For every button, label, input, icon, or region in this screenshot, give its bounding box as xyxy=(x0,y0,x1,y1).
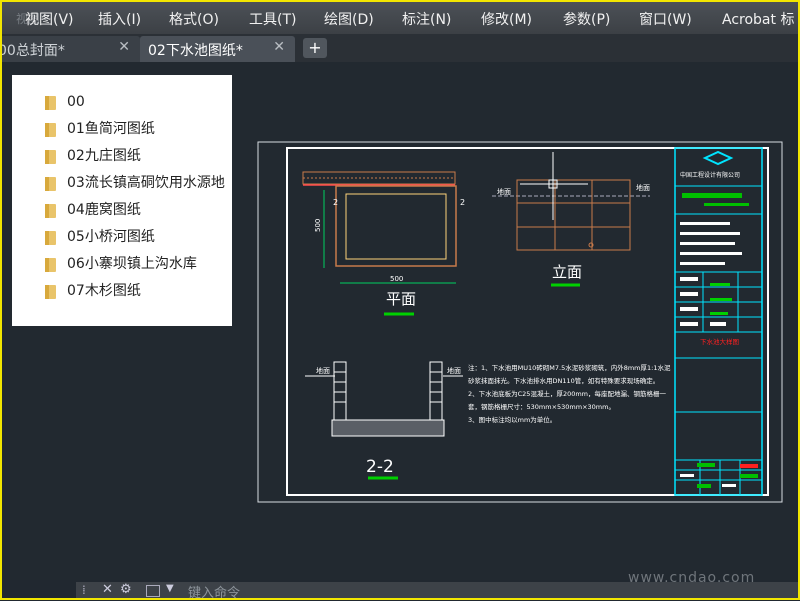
folder-item-label: 06小寨坝镇上沟水库 xyxy=(67,256,197,272)
folder-item[interactable]: 06小寨坝镇上沟水库 xyxy=(12,251,232,278)
close-icon[interactable]: ✕ xyxy=(118,39,130,55)
folder-item-label: 04鹿窝图纸 xyxy=(67,202,141,218)
watermark: www.cndao.com xyxy=(628,570,756,586)
folder-item[interactable]: 00 xyxy=(12,89,232,116)
dim-vertical-500: 500 xyxy=(314,219,322,232)
drag-grip-icon[interactable]: ⁞ xyxy=(82,583,86,597)
folder-item[interactable]: 05小桥河图纸 xyxy=(12,224,232,251)
folder-icon xyxy=(45,96,56,110)
folder-item-label: 07木杉图纸 xyxy=(67,283,141,299)
folder-item-label: 05小桥河图纸 xyxy=(67,229,155,245)
folder-item-label: 00 xyxy=(67,94,85,110)
folder-icon xyxy=(45,258,56,272)
tab-lower-pool[interactable]: 02下水池图纸* ✕ xyxy=(140,36,295,62)
menu-bar: 视图 视图(V) 插入(I) 格式(O) 工具(T) 绘图(D) 标注(N) 修… xyxy=(0,0,800,34)
section-marker-right: 2 xyxy=(460,198,465,207)
tab-cover-label: 00总封面* xyxy=(0,43,65,59)
tab-cover[interactable]: 00总封面* ✕ xyxy=(0,36,140,62)
menu-tools[interactable]: 工具(T) xyxy=(249,9,296,29)
folder-item[interactable]: 02九庄图纸 xyxy=(12,143,232,170)
recent-commands-icon[interactable] xyxy=(146,585,160,597)
title-block-sheet-name: 下水池大样图 xyxy=(700,337,739,346)
folder-item-label: 01鱼简河图纸 xyxy=(67,121,155,137)
dropdown-arrow-icon[interactable]: ▼ xyxy=(166,583,174,594)
section-view: 地面 地面 2-2 xyxy=(305,361,463,480)
folder-item[interactable]: 01鱼简河图纸 xyxy=(12,116,232,143)
tab-lower-pool-label: 02下水池图纸* xyxy=(148,43,243,59)
new-tab-button[interactable]: + xyxy=(303,38,327,58)
section-ground-right: 地面 xyxy=(447,366,461,375)
design-notes: 注：1、下水池用MU10砖砌M7.5水泥砂浆砌筑，内外8mm厚1:1水泥 砂浆抹… xyxy=(468,363,671,424)
document-tab-bar: 00总封面* ✕ 02下水池图纸* ✕ xyxy=(0,34,800,62)
ground-label-left: 地面 xyxy=(497,187,511,196)
folder-item[interactable]: 03流长镇高硐饮用水源地 xyxy=(12,170,232,197)
elevation-title: 立面 xyxy=(552,263,582,281)
close-icon[interactable]: ✕ xyxy=(273,39,285,55)
title-block: 中国工程设计有限公司 下水池大样图 xyxy=(674,147,763,496)
menu-draw[interactable]: 绘图(D) xyxy=(324,9,374,29)
menu-view[interactable]: 视图(V) xyxy=(25,9,74,29)
dim-horizontal-500: 500 xyxy=(390,275,403,283)
title-block-company: 中国工程设计有限公司 xyxy=(680,171,740,179)
note-line: 砂浆抹面抹光。下水池排水用DN110管，如有特殊要求现场确定。 xyxy=(468,376,659,385)
menu-acrobat[interactable]: Acrobat 标 xyxy=(722,9,794,29)
folder-icon xyxy=(45,150,56,164)
note-line: 2、下水池底板为C25混凝土，厚200mm，每座配地漏、钢筋格栅一 xyxy=(468,389,667,398)
ground-label-right: 地面 xyxy=(636,183,650,192)
folder-icon xyxy=(45,177,56,191)
wrench-icon[interactable]: ⚙ xyxy=(120,582,132,597)
menu-insert[interactable]: 插入(I) xyxy=(98,9,141,29)
plan-view: 500 500 2 2 平面 xyxy=(302,171,465,316)
note-line: 3、图中标注均以mm为单位。 xyxy=(468,415,556,424)
elevation-view: 地面 地面 立面 xyxy=(492,152,650,287)
menu-format[interactable]: 格式(O) xyxy=(169,9,219,29)
command-input[interactable]: 键入命令 xyxy=(188,582,240,601)
note-line: 套，钢筋格栅尺寸：530mm×530mm×30mm。 xyxy=(468,402,615,411)
menu-parametric[interactable]: 参数(P) xyxy=(563,9,610,29)
folder-icon xyxy=(45,204,56,218)
folder-item-label: 02九庄图纸 xyxy=(67,148,141,164)
note-line: 注：1、下水池用MU10砖砌M7.5水泥砂浆砌筑，内外8mm厚1:1水泥 xyxy=(468,363,671,372)
folder-icon xyxy=(45,123,56,137)
folder-item[interactable]: 07木杉图纸 xyxy=(12,278,232,305)
folder-icon xyxy=(45,231,56,245)
menu-dimension[interactable]: 标注(N) xyxy=(402,9,451,29)
plan-title: 平面 xyxy=(386,290,416,308)
folder-icon xyxy=(45,285,56,299)
section-ground-left: 地面 xyxy=(316,366,330,375)
menu-window[interactable]: 窗口(W) xyxy=(639,9,692,29)
folder-item[interactable]: 04鹿窝图纸 xyxy=(12,197,232,224)
menu-modify[interactable]: 修改(M) xyxy=(481,9,532,29)
folder-item-label: 03流长镇高硐饮用水源地 xyxy=(67,175,225,191)
close-icon[interactable]: ✕ xyxy=(102,582,113,597)
section-title: 2-2 xyxy=(366,457,394,477)
section-marker-left: 2 xyxy=(333,198,338,207)
folder-list-panel: 00 01鱼简河图纸 02九庄图纸 03流长镇高硐饮用水源地 04鹿窝图纸 05… xyxy=(12,75,232,326)
